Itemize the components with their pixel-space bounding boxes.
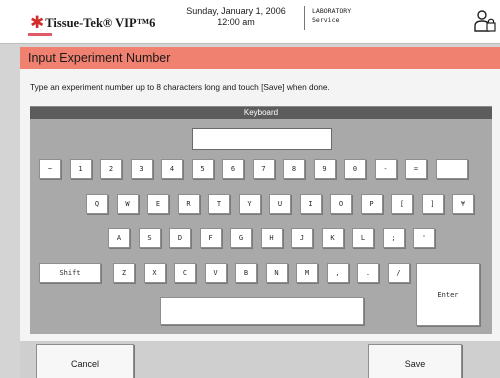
time-text: 12:00 am [217,17,255,27]
key[interactable]: G [230,228,252,248]
save-button[interactable]: Save [368,344,462,378]
instruction-text: Type an experiment number up to 8 charac… [30,82,330,92]
key[interactable]: 5 [191,159,214,179]
keyboard-title: Keyboard [30,107,492,119]
logo-star-icon: ✱ [30,12,45,33]
key[interactable]: - [374,159,397,179]
key[interactable]: T [208,194,230,214]
key[interactable]: ~ [39,159,61,179]
key[interactable]: V [204,263,227,283]
key[interactable]: A [108,228,130,248]
key[interactable]: K [321,228,344,248]
key[interactable]: F [199,228,222,248]
key[interactable]: L [352,228,374,248]
bottom-button-bar: Cancel Save [20,341,500,378]
key[interactable]: X [143,263,166,283]
key[interactable]: S [138,228,161,248]
mode-value: Service [312,16,340,24]
key[interactable]: 8 [283,159,305,179]
key[interactable]: / [387,263,410,283]
key[interactable]: [ [391,194,413,214]
key[interactable]: ' [413,228,435,248]
date-time: Sunday, January 1, 2006 12:00 am [172,6,300,28]
key[interactable]: U [269,194,291,214]
mode-label: LABORATORY [312,7,352,15]
key[interactable]: Z [113,263,135,283]
key[interactable]: 6 [222,159,244,179]
key[interactable]: I [299,194,322,214]
key[interactable]: H [260,228,283,248]
key-backspace[interactable] [435,159,468,179]
mode-indicator: LABORATORY Service [312,7,351,25]
key[interactable]: 3 [130,159,153,179]
key[interactable]: 0 [344,159,366,179]
key[interactable]: , [326,263,349,283]
key[interactable]: N [265,263,288,283]
key[interactable]: ] [421,194,444,214]
logo-text: Tissue-Tek® VIP™6 [45,15,156,30]
dialog-title: Input Experiment Number [28,51,171,65]
shift-key[interactable]: Shift [39,263,101,283]
key[interactable]: 1 [69,159,92,179]
key[interactable]: 9 [313,159,336,179]
key[interactable]: ; [382,228,405,248]
key[interactable]: W [116,194,139,214]
key[interactable]: O [330,194,352,214]
key[interactable]: Q [86,194,108,214]
key[interactable]: = [405,159,427,179]
header-divider [304,6,305,30]
space-key[interactable] [160,297,364,325]
key[interactable]: D [169,228,191,248]
key[interactable]: Y [238,194,261,214]
key[interactable]: ¥ [452,194,474,214]
on-screen-keyboard: Keyboard ~1 2 3 4 5 6 7 8 9 0- = Q W E R T Y U I O P [] ¥ A S D F G… [30,106,492,334]
logo-underline [28,33,52,36]
enter-key[interactable]: Enter [416,263,480,326]
key[interactable]: . [357,263,379,283]
key[interactable]: 4 [161,159,183,179]
key[interactable]: R [177,194,200,214]
key[interactable]: B [235,263,257,283]
key[interactable]: 7 [252,159,275,179]
dialog-title-bar: Input Experiment Number [20,47,500,69]
key[interactable]: J [291,228,313,248]
key[interactable]: M [296,263,318,283]
key[interactable]: C [174,263,196,283]
experiment-number-input[interactable] [192,128,332,150]
cancel-button[interactable]: Cancel [36,344,134,378]
top-status-bar: ✱ Tissue-Tek® VIP™6 Sunday, January 1, 2… [0,0,500,44]
key[interactable]: P [360,194,383,214]
key[interactable]: 2 [100,159,122,179]
date-text: Sunday, January 1, 2006 [186,6,286,16]
key[interactable]: E [147,194,169,214]
product-logo: ✱ Tissue-Tek® VIP™6 [30,13,155,33]
user-lock-icon[interactable] [474,9,496,33]
